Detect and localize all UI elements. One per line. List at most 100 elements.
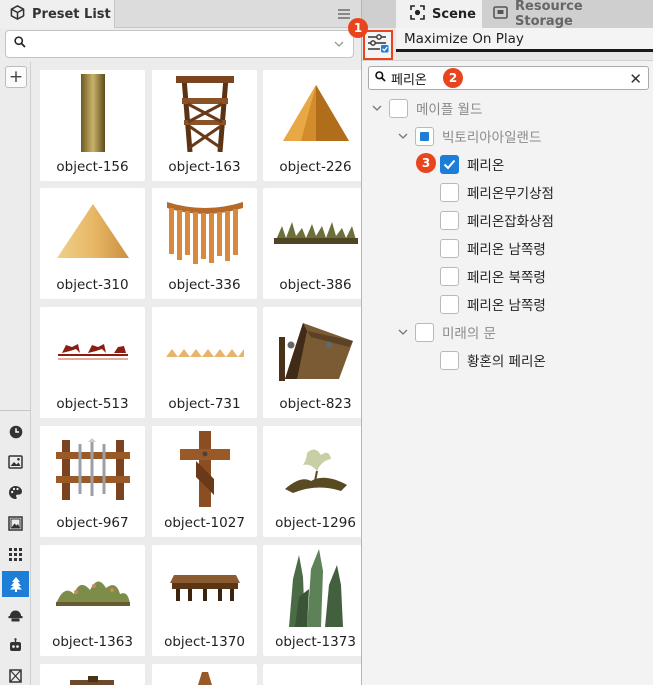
tree-checkbox[interactable] — [440, 294, 459, 314]
preset-search-box[interactable] — [5, 30, 354, 58]
tree-checkbox-indeterminate[interactable] — [415, 126, 434, 146]
scene-icon — [410, 4, 425, 24]
tab-resource-storage-label: Resource Storage — [515, 0, 583, 29]
hierarchy-search-input[interactable] — [391, 69, 451, 87]
preset-card[interactable] — [263, 664, 368, 685]
weapon-rack-thumbnail — [40, 430, 145, 508]
bush-thumbnail — [40, 549, 145, 627]
storage-icon — [493, 5, 508, 23]
category-sidebar: + — [0, 62, 31, 685]
clock-icon[interactable] — [2, 419, 29, 445]
preset-search-row — [0, 29, 361, 62]
tree-item[interactable]: 페리온잡화상점 — [440, 209, 554, 231]
wooden-bench-thumbnail — [152, 549, 257, 627]
preset-label: object-967 — [56, 515, 129, 531]
palette-icon[interactable] — [2, 479, 29, 505]
tree-item[interactable]: 메이플 월드 — [370, 97, 482, 119]
tree-item-label: 페리온 남쪽령 — [467, 242, 546, 258]
preset-card[interactable]: object-1027 — [152, 426, 257, 537]
preset-search-input[interactable] — [32, 34, 330, 54]
tree-checkbox[interactable] — [440, 238, 459, 258]
preset-card[interactable]: object-386 — [263, 188, 368, 299]
grid-icon[interactable] — [2, 541, 29, 567]
robot-hat-icon[interactable] — [2, 602, 29, 628]
search-icon — [375, 70, 386, 86]
preset-label: object-1370 — [164, 634, 245, 650]
preset-card[interactable]: object-1370 — [152, 545, 257, 656]
preset-card[interactable]: object-1296 — [263, 426, 368, 537]
tree-checkbox[interactable] — [440, 210, 459, 230]
preset-card[interactable]: object-1363 — [40, 545, 145, 656]
tree-item[interactable]: 미래의 문 — [396, 321, 496, 343]
preset-card[interactable]: object-336 — [152, 188, 257, 299]
tab-scene[interactable]: Scene — [396, 0, 482, 28]
tree-checkbox[interactable] — [440, 350, 459, 370]
preset-card[interactable]: object-310 — [40, 188, 145, 299]
tree-item[interactable]: 페리온 남쪽령 — [440, 237, 546, 259]
tree-item[interactable]: 페리온무기상점 — [440, 181, 554, 203]
tree-item-label: 빅토리아아일랜드 — [442, 130, 542, 146]
preset-label: object-823 — [279, 396, 352, 412]
tree-checkbox[interactable] — [389, 98, 408, 118]
tree-item[interactable]: 황혼의 페리온 — [440, 349, 546, 371]
preset-card[interactable]: object-163 — [152, 70, 257, 181]
hierarchy-search-box[interactable]: 2 ✕ — [368, 66, 649, 90]
tree-item-label: 메이플 월드 — [416, 102, 483, 118]
preset-label: object-226 — [279, 159, 352, 175]
clear-search-icon[interactable]: ✕ — [629, 70, 642, 88]
preset-label: object-163 — [168, 159, 241, 175]
preset-card[interactable]: object-731 — [152, 307, 257, 418]
preset-card[interactable] — [152, 664, 257, 685]
tree-item-label: 페리온무기상점 — [467, 186, 554, 202]
preset-card[interactable]: object-156 — [40, 70, 145, 181]
filter-sliders-icon — [367, 33, 389, 57]
image-icon[interactable] — [2, 449, 29, 475]
chevron-down-icon[interactable] — [396, 325, 410, 339]
maximize-on-play-toggle[interactable]: Maximize On Play — [396, 28, 653, 52]
tree-item-label: 페리온 — [467, 158, 505, 174]
grass-thumbnail — [263, 192, 368, 270]
tree-item-label: 황혼의 페리온 — [467, 354, 546, 370]
wooden-cross-thumbnail — [152, 430, 257, 508]
tent-thumbnail — [263, 311, 368, 389]
tab-preset-list[interactable]: Preset List — [0, 0, 115, 28]
tree-checkbox[interactable] — [440, 266, 459, 286]
preset-label: object-1296 — [275, 515, 356, 531]
preset-card[interactable]: object-226 — [263, 70, 368, 181]
sand-pyramid-thumbnail — [40, 192, 145, 270]
callout-badge-2: 2 — [443, 68, 463, 88]
tree-checkbox[interactable] — [415, 322, 434, 342]
tree-icon[interactable] — [2, 571, 29, 597]
tree-item[interactable]: 페리온 북쪽령 — [440, 265, 546, 287]
tab-preset-list-label: Preset List — [32, 6, 111, 22]
preset-label: object-1363 — [52, 634, 133, 650]
preset-card[interactable] — [40, 664, 145, 685]
hierarchy-panel: 2 ✕ 메이플 월드 빅토리아아일랜드 3 페리온 페리온무기상점 페리온잡화 — [362, 60, 653, 685]
tree-item[interactable]: 빅토리아아일랜드 — [396, 125, 541, 147]
preset-card[interactable]: object-513 — [40, 307, 145, 418]
flag-icon[interactable] — [2, 663, 29, 685]
preset-label: object-156 — [56, 159, 129, 175]
robot-icon[interactable] — [2, 632, 29, 658]
tab-resource-storage[interactable]: Resource Storage — [483, 0, 633, 29]
tab-scene-label: Scene — [432, 6, 476, 22]
preset-label: object-386 — [279, 277, 352, 293]
tree-item-label: 페리온 북쪽령 — [467, 270, 546, 286]
preset-card[interactable]: object-823 — [263, 307, 368, 418]
add-preset-button[interactable]: + — [5, 66, 27, 88]
tree-item-label: 페리온 남쪽령 — [467, 298, 546, 314]
preset-label: object-1027 — [164, 515, 245, 531]
cube-icon — [10, 4, 25, 24]
tree-item-label: 페리온잡화상점 — [467, 214, 554, 230]
preset-card[interactable]: object-967 — [40, 426, 145, 537]
chevron-down-icon[interactable] — [396, 129, 410, 143]
tree-checkbox[interactable] — [440, 182, 459, 202]
hierarchy-filter-button[interactable] — [363, 30, 393, 60]
tree-checkbox-checked[interactable] — [440, 154, 459, 174]
chevron-down-icon[interactable] — [330, 41, 348, 47]
tree-item[interactable]: 페리온 — [440, 153, 504, 175]
preset-card[interactable]: object-1373 — [263, 545, 368, 656]
tree-item[interactable]: 페리온 남쪽령 — [440, 293, 546, 315]
picture-frame-icon[interactable] — [2, 510, 29, 536]
chevron-down-icon[interactable] — [370, 101, 384, 115]
